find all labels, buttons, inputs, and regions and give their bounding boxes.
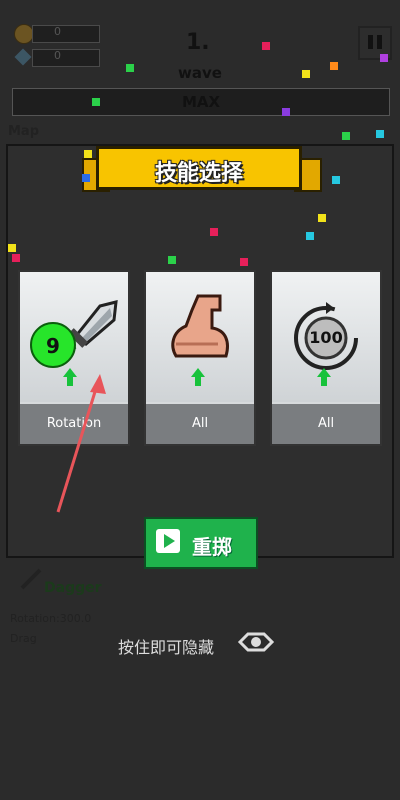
- gem-box: [32, 49, 100, 67]
- confetti: [282, 108, 290, 116]
- gem-counter: 0: [14, 48, 100, 68]
- skill-card-strength[interactable]: All: [144, 270, 256, 446]
- confetti: [306, 232, 314, 240]
- upgrade-arrow-icon: [317, 368, 331, 377]
- confetti: [332, 176, 340, 184]
- wave-number: 1.: [186, 30, 210, 55]
- confetti: [318, 214, 326, 222]
- upgrade-arrow-stem: [321, 377, 327, 386]
- wave-progress-bar: MAX: [12, 88, 390, 116]
- pause-icon-bar-left: [368, 35, 373, 49]
- upgrade-arrow-icon: [191, 368, 205, 377]
- confetti: [8, 244, 16, 252]
- weapon-stat-rotation: Rotation:300.0: [10, 612, 92, 625]
- card-footer: All: [146, 404, 254, 444]
- confetti: [82, 174, 90, 182]
- card-image: 100: [272, 272, 380, 402]
- confetti: [376, 130, 384, 138]
- skill-select-banner: 技能选择: [96, 146, 302, 190]
- confetti: [210, 228, 218, 236]
- coin-icon: [14, 24, 34, 44]
- confetti: [262, 42, 270, 50]
- pause-icon-bar-right: [377, 35, 382, 49]
- skill-level-value: 9: [46, 334, 60, 358]
- skill-name: All: [317, 416, 335, 431]
- skill-card-rotation-speed[interactable]: 100 All: [270, 270, 382, 446]
- confetti: [84, 150, 92, 158]
- confetti: [342, 132, 350, 140]
- dialog-title: 技能选择: [154, 161, 243, 186]
- coin-counter: 0: [14, 24, 100, 44]
- ad-video-icon: [156, 529, 180, 553]
- confetti: [12, 254, 20, 262]
- confetti: [92, 98, 100, 106]
- reroll-button[interactable]: 重掷: [144, 517, 258, 569]
- skill-level-badge: 9: [30, 322, 76, 368]
- weapon-name: Dagger: [44, 580, 102, 596]
- max-label: MAX: [181, 93, 221, 111]
- rotate-100-badge: 100: [309, 328, 343, 347]
- coin-value: 0: [54, 25, 61, 38]
- wave-label: wave: [178, 64, 222, 82]
- confetti: [126, 64, 134, 72]
- gem-value: 0: [54, 49, 61, 62]
- confetti: [240, 258, 248, 266]
- eye-icon[interactable]: [238, 628, 274, 656]
- confetti: [330, 62, 338, 70]
- pointer-arrow: [56, 374, 106, 513]
- confetti: [168, 256, 176, 264]
- confetti: [302, 70, 310, 78]
- weapon-stat-drag: Drag: [10, 632, 37, 645]
- dagger-small-icon: [20, 568, 42, 590]
- gem-icon: [14, 48, 32, 66]
- map-label: Map: [8, 124, 40, 139]
- reroll-label: 重掷: [192, 535, 232, 559]
- confetti: [380, 54, 388, 62]
- card-image: [146, 272, 254, 402]
- upgrade-arrow-stem: [195, 377, 201, 386]
- skill-name: All: [191, 416, 209, 431]
- hold-to-hide-hint: 按住即可隐藏: [118, 638, 215, 657]
- coin-box: [32, 25, 100, 43]
- card-footer: All: [272, 404, 380, 444]
